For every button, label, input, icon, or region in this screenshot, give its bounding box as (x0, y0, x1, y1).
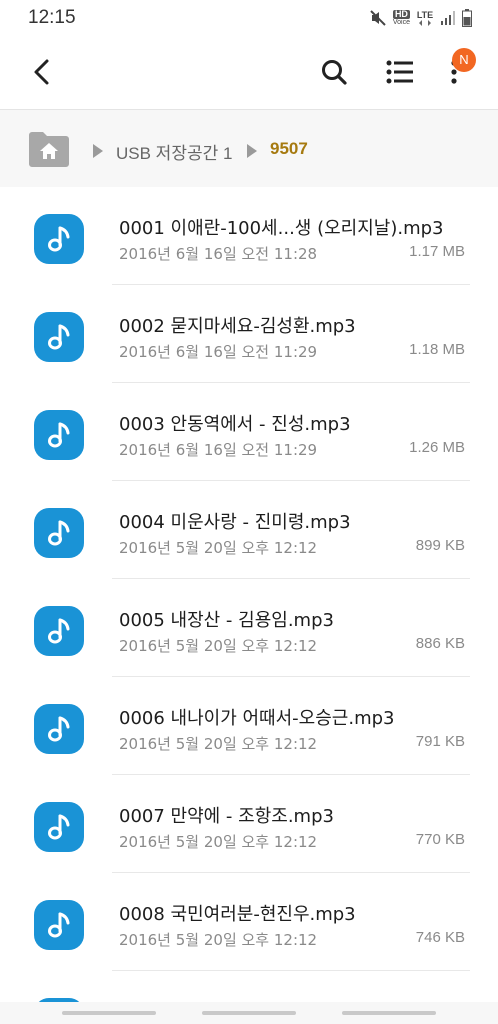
music-file-icon (34, 606, 84, 656)
home-folder-icon[interactable] (28, 131, 70, 167)
file-size: 770 KB (415, 831, 465, 848)
breadcrumb-item-current[interactable]: 9507 (270, 139, 308, 159)
music-file-icon (34, 312, 84, 362)
search-button[interactable] (312, 52, 356, 96)
file-row[interactable]: 0005 내장산 - 김용임.mp3 2016년 5월 20일 오후 12:12 8… (0, 579, 498, 677)
music-file-icon (34, 508, 84, 558)
file-size: 886 KB (415, 635, 465, 652)
breadcrumb-item-usb[interactable]: USB 저장공간 1 (116, 139, 232, 164)
music-file-icon (34, 704, 84, 754)
file-date: 2016년 5월 20일 오후 12:12 (119, 833, 318, 851)
file-row[interactable]: 0006 내나이가 어때서-오승근.mp3 2016년 5월 20일 오후 12:… (0, 677, 498, 775)
file-size: 1.18 MB (409, 341, 465, 358)
file-date: 2016년 6월 16일 오전 11:29 (119, 441, 318, 459)
file-date: 2016년 6월 16일 오전 11:28 (119, 245, 318, 263)
file-date: 2016년 6월 16일 오전 11:29 (119, 343, 318, 361)
signal-icon (440, 10, 456, 26)
file-row[interactable]: 0004 미운사랑 - 진미령.mp3 2016년 5월 20일 오후 12:12… (0, 481, 498, 579)
lte-icon: LTE (416, 9, 434, 26)
file-row[interactable]: 0003 안동역에서 - 진성.mp3 2016년 6월 16일 오전 11:29… (0, 383, 498, 481)
status-bar: 12:15 HD Voice LTE (0, 0, 498, 36)
mute-icon (369, 9, 387, 27)
file-name: 0001 이애란-100세...생 (오리지날).mp3 (119, 218, 444, 239)
navigation-bar (0, 1002, 498, 1024)
nav-back-button[interactable] (342, 1011, 436, 1015)
list-view-icon (386, 60, 414, 88)
hd-voice-icon: HD Voice (392, 9, 410, 27)
music-file-icon (34, 802, 84, 852)
file-row[interactable]: 0001 이애란-100세...생 (오리지날).mp3 2016년 6월 16일… (0, 187, 498, 285)
file-date: 2016년 5월 20일 오후 12:12 (119, 539, 318, 557)
file-date: 2016년 5월 20일 오후 12:12 (119, 931, 318, 949)
music-file-icon (34, 410, 84, 460)
lte-label: LTE (416, 9, 434, 20)
file-name: 0003 안동역에서 - 진성.mp3 (119, 414, 351, 435)
back-icon (30, 58, 54, 90)
file-row[interactable]: 0008 국민여러분-현진우.mp3 2016년 5월 20일 오후 12:12 7… (0, 873, 498, 971)
file-size: 746 KB (415, 929, 465, 946)
voice-label: Voice (392, 19, 410, 26)
file-date: 2016년 5월 20일 오후 12:12 (119, 735, 318, 753)
file-size: 1.17 MB (409, 243, 465, 260)
battery-icon (462, 9, 472, 27)
file-name: 0002 묻지마세요-김성환.mp3 (119, 316, 356, 337)
nav-recent-button[interactable] (62, 1011, 156, 1015)
file-size: 1.26 MB (409, 439, 465, 456)
file-row-partial[interactable] (0, 971, 498, 1002)
breadcrumb-separator-icon (247, 144, 257, 158)
status-icons: HD Voice LTE (369, 8, 472, 28)
file-name: 0004 미운사랑 - 진미령.mp3 (119, 512, 351, 533)
file-row[interactable]: 0002 묻지마세요-김성환.mp3 2016년 6월 16일 오전 11:29 1… (0, 285, 498, 383)
app-bar: N (0, 36, 498, 110)
hd-label: HD (392, 9, 410, 19)
breadcrumb-separator-icon (93, 144, 103, 158)
breadcrumb: USB 저장공간 1 9507 (0, 111, 498, 187)
list-view-button[interactable] (376, 52, 424, 96)
file-size: 899 KB (415, 537, 465, 554)
file-name: 0007 만약에 - 조항조.mp3 (119, 806, 334, 827)
file-date: 2016년 5월 20일 오후 12:12 (119, 637, 318, 655)
file-list: 0001 이애란-100세...생 (오리지날).mp3 2016년 6월 16일… (0, 187, 498, 1002)
status-time: 12:15 (28, 7, 76, 28)
file-name: 0005 내장산 - 김용임.mp3 (119, 610, 334, 631)
file-name: 0006 내나이가 어때서-오승근.mp3 (119, 708, 395, 729)
notification-badge: N (452, 48, 476, 72)
music-file-icon (34, 214, 84, 264)
nav-home-button[interactable] (202, 1011, 296, 1015)
file-row[interactable]: 0007 만약에 - 조항조.mp3 2016년 5월 20일 오후 12:12 7… (0, 775, 498, 873)
search-icon (320, 58, 348, 90)
music-file-icon (34, 900, 84, 950)
file-size: 791 KB (415, 733, 465, 750)
file-name: 0008 국민여러분-현진우.mp3 (119, 904, 356, 925)
back-button[interactable] (20, 54, 64, 94)
